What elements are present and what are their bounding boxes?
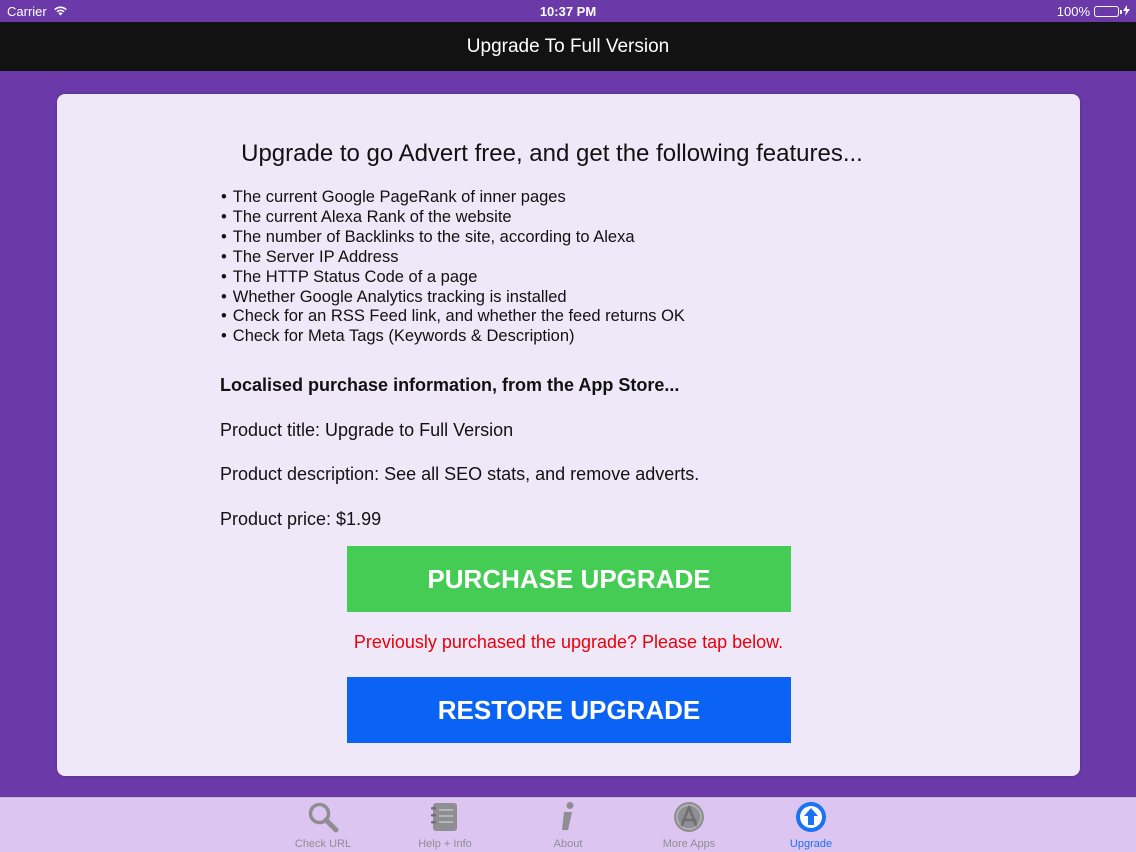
upgrade-card: Upgrade to go Advert free, and get the f… [57, 94, 1080, 776]
tab-help-info[interactable]: Help + Info [390, 800, 500, 852]
tab-upgrade[interactable]: Upgrade [756, 800, 866, 852]
tab-label: More Apps [662, 838, 716, 850]
info-icon [551, 800, 585, 834]
product-description: Product description: See all SEO stats, … [220, 464, 700, 484]
feature-item: Check for Meta Tags (Keywords & Descript… [221, 327, 685, 347]
feature-list: The current Google PageRank of inner pag… [221, 188, 685, 347]
battery-percent: 100% [1056, 4, 1090, 19]
nav-bar: Upgrade To Full Version [0, 22, 1136, 71]
feature-item: Check for an RSS Feed link, and whether … [221, 307, 685, 327]
product-price: Product price: $1.99 [220, 509, 382, 529]
battery-icon [1094, 6, 1122, 17]
tab-check-url[interactable]: Check URL [268, 800, 378, 852]
status-right: 100% [1057, 4, 1130, 19]
feature-item: The number of Backlinks to the site, acc… [221, 228, 685, 248]
feature-item: Whether Google Analytics tracking is ins… [221, 288, 685, 308]
tab-about[interactable]: About [513, 800, 623, 852]
restore-upgrade-button[interactable]: RESTORE UPGRADE [347, 677, 791, 743]
status-bar: Carrier 10:37 PM 100% [0, 0, 1136, 22]
tab-label: Upgrade [789, 838, 833, 850]
page-title: Upgrade To Full Version [466, 35, 670, 57]
upgrade-arrow-icon [794, 800, 828, 834]
purchase-upgrade-button[interactable]: PURCHASE UPGRADE [347, 546, 791, 612]
feature-item: The current Google PageRank of inner pag… [221, 188, 685, 208]
tab-bar: Check URL Help + Info About More Apps Up… [0, 797, 1136, 852]
purchase-info-title: Localised purchase information, from the… [220, 375, 680, 395]
tab-label: Check URL [294, 838, 352, 850]
status-time: 10:37 PM [539, 4, 597, 19]
feature-item: The Server IP Address [221, 248, 685, 268]
product-title: Product title: Upgrade to Full Version [220, 420, 514, 440]
feature-item: The HTTP Status Code of a page [221, 268, 685, 288]
charging-icon [1123, 4, 1130, 19]
upgrade-headline: Upgrade to go Advert free, and get the f… [241, 140, 863, 167]
tab-label: About [553, 838, 583, 850]
magnifier-icon [306, 800, 340, 834]
tab-label: Help + Info [418, 838, 472, 850]
feature-item: The current Alexa Rank of the website [221, 208, 685, 228]
notebook-icon [428, 800, 462, 834]
app-store-icon [672, 800, 706, 834]
restore-hint: Previously purchased the upgrade? Please… [353, 632, 784, 652]
tab-more-apps[interactable]: More Apps [634, 800, 744, 852]
